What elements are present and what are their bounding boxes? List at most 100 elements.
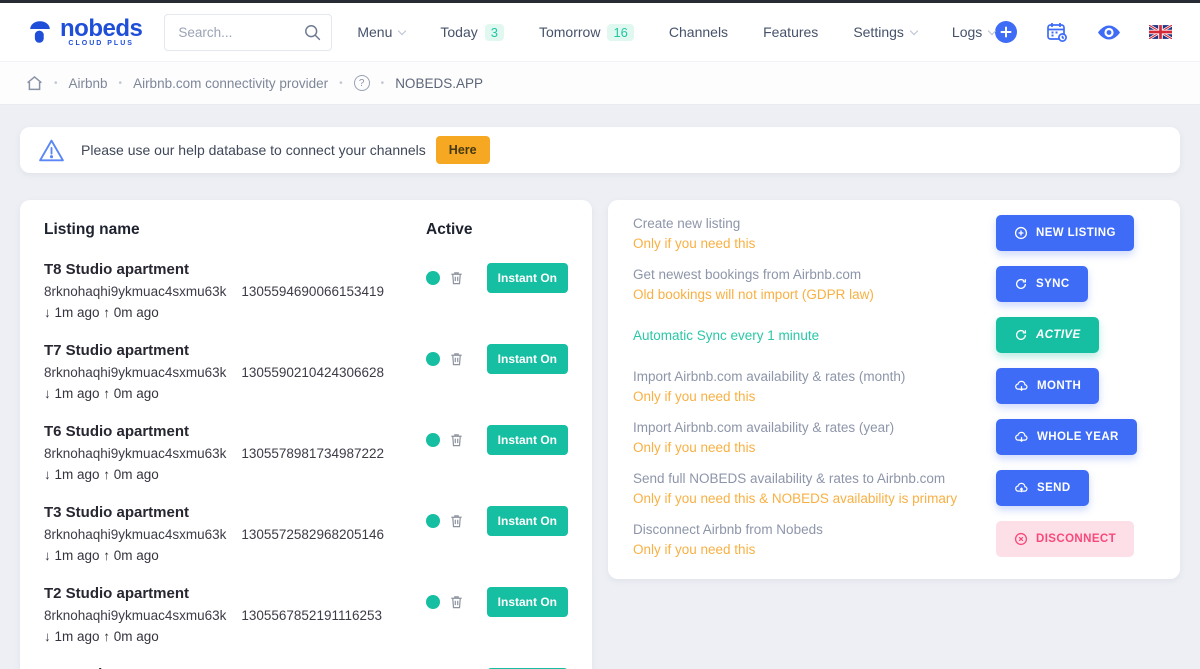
column-listing-name: Listing name [44,221,426,239]
sync-icon [1014,328,1028,342]
nobeds-logo[interactable]: nobeds CLOUD PLUS [26,18,142,47]
active-sync-button[interactable]: ACTIVE [996,317,1099,353]
trash-icon[interactable] [449,270,464,286]
action-row-send-availability: Send full NOBEDS availability & rates to… [633,470,1155,506]
nav-menu-label: Menu [357,24,392,40]
breadcrumb-nobeds-app[interactable]: NOBEDS.APP [395,76,483,91]
here-button[interactable]: Here [436,136,490,164]
action-row-sync-bookings: Get newest bookings from Airbnb.com Old … [633,266,1155,302]
action-title: Automatic Sync every 1 minute [633,328,984,343]
logo-tagline: CLOUD PLUS [60,40,142,47]
listing-title: T2 Studio apartment [44,585,426,602]
eye-icon[interactable] [1097,25,1121,40]
listing-row: T7 Studio apartment 8rknohaqhi9ykmuac4sx… [44,342,568,401]
action-button-label: SYNC [1036,278,1070,290]
nav-tomorrow-label: Tomorrow [539,24,600,40]
listing-sync-status: ↓ 1m ago ↑ 0m ago [44,629,426,644]
home-icon[interactable] [26,75,43,91]
today-count-badge: 3 [485,24,504,41]
active-status-dot[interactable] [426,595,440,609]
nav-channels[interactable]: Channels [669,24,728,40]
nav-today[interactable]: Today 3 [440,24,504,41]
action-subtitle: Old bookings will not import (GDPR law) [633,287,984,302]
action-row-create-listing: Create new listing Only if you need this… [633,215,1155,251]
header-icon-cluster [995,18,1200,46]
cloud-download-icon [1014,379,1029,393]
breadcrumb-airbnb[interactable]: Airbnb [69,76,108,91]
calendar-clock-icon[interactable] [1045,20,1069,44]
nav-features-label: Features [763,24,818,40]
column-active: Active [426,221,568,239]
search-box[interactable] [164,14,332,51]
action-title: Get newest bookings from Airbnb.com [633,267,984,282]
instant-on-button[interactable]: Instant On [487,587,568,617]
listing-sync-status: ↓ 1m ago ↑ 0m ago [44,386,426,401]
send-button[interactable]: SEND [996,470,1089,506]
uk-flag-icon[interactable] [1149,25,1172,39]
instant-on-button[interactable]: Instant On [487,263,568,293]
action-row-auto-sync: Automatic Sync every 1 minute ACTIVE [633,317,1155,353]
breadcrumb-separator: • [339,78,343,89]
add-icon[interactable] [995,21,1017,43]
action-subtitle: Only if you need this & NOBEDS availabil… [633,491,984,506]
nav-settings-label: Settings [853,24,904,40]
active-status-dot[interactable] [426,352,440,366]
listing-title: T7 Studio apartment [44,342,426,359]
instant-on-button[interactable]: Instant On [487,425,568,455]
tomorrow-count-badge: 16 [607,24,633,41]
listing-row: T3 Studio apartment 8rknohaqhi9ykmuac4sx… [44,504,568,563]
breadcrumb-separator: • [54,78,58,89]
disconnect-button[interactable]: DISCONNECT [996,521,1134,557]
chevron-down-icon [398,26,406,34]
top-navbar: nobeds CLOUD PLUS Menu Today 3 Tomorrow … [0,3,1200,61]
action-button-label: SEND [1037,482,1071,494]
logo-name: nobeds [60,18,142,40]
help-alert-bar: Please use our help database to connect … [20,127,1180,173]
listing-code: 8rknohaqhi9ykmuac4sxmu63k [44,284,226,299]
warning-triangle-icon [38,138,65,163]
alert-text: Please use our help database to connect … [81,142,426,158]
action-subtitle: Only if you need this [633,389,984,404]
listing-id: 1305590210424306628 [241,365,384,380]
page-content: Please use our help database to connect … [0,105,1200,669]
nav-settings[interactable]: Settings [853,24,917,40]
active-status-dot[interactable] [426,433,440,447]
nav-menu[interactable]: Menu [357,24,405,40]
nav-logs-label: Logs [952,24,982,40]
search-input[interactable] [178,25,304,40]
action-row-import-month: Import Airbnb.com availability & rates (… [633,368,1155,404]
action-title: Create new listing [633,216,984,231]
sync-button[interactable]: SYNC [996,266,1088,302]
active-status-dot[interactable] [426,514,440,528]
trash-icon[interactable] [449,351,464,367]
instant-on-button[interactable]: Instant On [487,506,568,536]
active-status-dot[interactable] [426,271,440,285]
action-subtitle: Only if you need this [633,236,984,251]
x-circle-icon [1014,532,1028,546]
listing-row: T2 Studio apartment 8rknohaqhi9ykmuac4sx… [44,585,568,644]
action-title: Import Airbnb.com availability & rates (… [633,420,984,435]
action-row-import-year: Import Airbnb.com availability & rates (… [633,419,1155,455]
whole-year-button[interactable]: WHOLE YEAR [996,419,1137,455]
listing-title: T8 Studio apartment [44,261,426,278]
listing-id: 1305572582968205146 [241,527,384,542]
trash-icon[interactable] [449,432,464,448]
breadcrumb-connectivity-provider[interactable]: Airbnb.com connectivity provider [133,76,328,91]
sync-icon [1014,277,1028,291]
month-button[interactable]: MONTH [996,368,1099,404]
trash-icon[interactable] [449,594,464,610]
nav-logs[interactable]: Logs [952,24,995,40]
action-button-label: ACTIVE [1036,329,1081,341]
new-listing-button[interactable]: NEW LISTING [996,215,1134,251]
cloud-download-icon [1014,430,1029,444]
listing-id: 1305578981734987222 [241,446,384,461]
action-title: Send full NOBEDS availability & rates to… [633,471,984,486]
nav-features[interactable]: Features [763,24,818,40]
action-button-label: WHOLE YEAR [1037,431,1119,443]
nav-tomorrow[interactable]: Tomorrow 16 [539,24,634,41]
question-circle-icon[interactable]: ? [354,75,370,91]
listing-code: 8rknohaqhi9ykmuac4sxmu63k [44,527,226,542]
trash-icon[interactable] [449,513,464,529]
search-icon[interactable] [304,24,321,41]
instant-on-button[interactable]: Instant On [487,344,568,374]
